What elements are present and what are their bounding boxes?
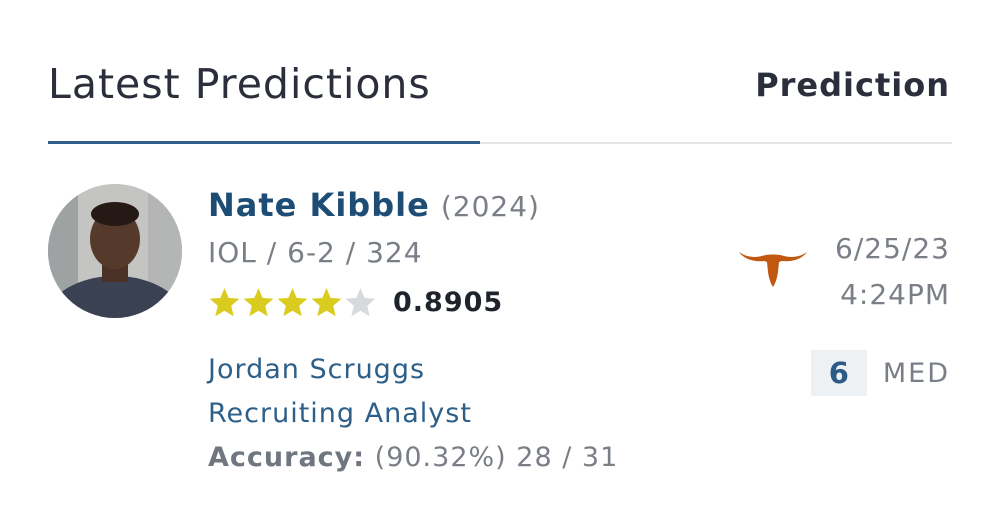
player-class-year: (2024) [440, 190, 540, 223]
player-rating-value: 0.8905 [393, 286, 504, 318]
team-logo-graphic [739, 252, 807, 287]
longhorn-icon[interactable] [738, 242, 808, 288]
accuracy-label: Accuracy: [208, 442, 366, 473]
confidence-score-badge: 6 [810, 350, 867, 396]
player-position-size: IOL / 6-2 / 324 [208, 236, 423, 269]
confidence: 6 MED [810, 350, 950, 396]
analyst-name-link[interactable]: Jordan Scruggs [208, 354, 618, 398]
prediction-timestamp: 6/25/23 4:24PM [835, 226, 950, 318]
prediction-column-label: Prediction [755, 66, 950, 104]
star-rating [208, 286, 377, 319]
analyst-accuracy: Accuracy: (90.32%) 28 / 31 [208, 442, 618, 486]
player-info: Nate Kibble (2024) IOL / 6-2 / 324 0.890… [208, 186, 540, 321]
analyst-title: Recruiting Analyst [208, 398, 472, 429]
active-tab-underline [48, 141, 480, 144]
star-filled-icon [277, 287, 308, 316]
star-empty-icon [345, 287, 376, 316]
player-photo [48, 184, 182, 318]
analyst-info: Jordan Scruggs Recruiting Analyst Accura… [208, 354, 618, 486]
star-filled-icon [311, 287, 342, 316]
page-title: Latest Predictions [48, 60, 431, 108]
predictions-header: Latest Predictions Prediction [48, 0, 952, 146]
prediction-date: 6/25/23 [835, 232, 950, 265]
confidence-level: MED [882, 357, 950, 389]
player-rating: 0.8905 [208, 283, 540, 321]
prediction-time: 4:24PM [840, 278, 950, 311]
star-filled-icon [209, 287, 240, 316]
player-avatar[interactable] [48, 184, 182, 318]
accuracy-value: (90.32%) 28 / 31 [374, 442, 619, 473]
player-name-link[interactable]: Nate Kibble [208, 186, 430, 224]
star-filled-icon [243, 287, 274, 316]
